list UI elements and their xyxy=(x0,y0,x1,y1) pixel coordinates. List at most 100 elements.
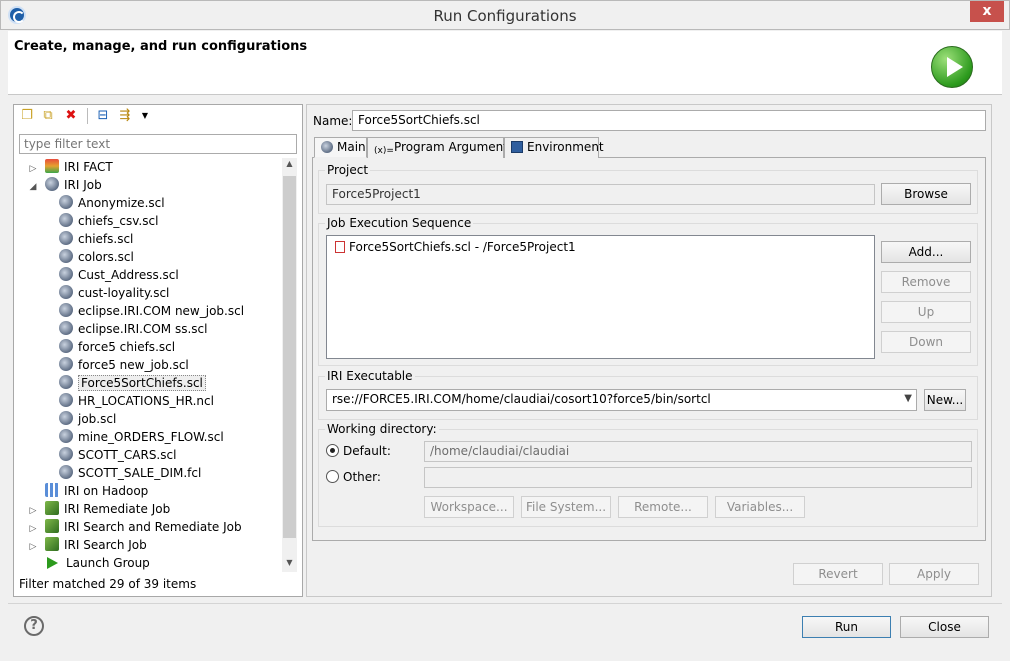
tree-item[interactable]: chiefs_csv.scl xyxy=(59,212,158,230)
tab-main[interactable]: Main xyxy=(314,137,367,158)
job-icon xyxy=(59,447,73,461)
tree-item-label: chiefs_csv.scl xyxy=(78,214,159,228)
tree-category[interactable]: ▷ IRI Remediate Job xyxy=(27,500,170,518)
remove-button[interactable]: Remove xyxy=(881,271,971,293)
close-button[interactable]: Close xyxy=(900,616,989,638)
tree-item[interactable]: force5 chiefs.scl xyxy=(59,338,175,356)
tree-item-label: mine_ORDERS_FLOW.scl xyxy=(78,430,224,444)
tree-category[interactable]: ▷ IRI Search Job xyxy=(27,536,147,554)
list-item[interactable]: Force5SortChiefs.scl - /Force5Project1 xyxy=(335,240,576,254)
tree-item-label: IRI Job xyxy=(64,178,102,192)
toolbar-separator xyxy=(87,108,88,124)
tree-item[interactable]: chiefs.scl xyxy=(59,230,133,248)
collapse-icon[interactable]: ◢ xyxy=(27,178,39,196)
new-executable-button[interactable]: New... xyxy=(924,389,966,411)
tree-item[interactable]: eclipse.IRI.COM new_job.scl xyxy=(59,302,244,320)
default-radio[interactable] xyxy=(326,444,339,457)
filter-status: Filter matched 29 of 39 items xyxy=(19,577,197,591)
tree-item[interactable]: Anonymize.scl xyxy=(59,194,165,212)
filter-icon[interactable]: ⇶ xyxy=(117,108,133,124)
tab-environment[interactable]: Environment xyxy=(504,137,604,158)
tree-category[interactable]: Launch Group xyxy=(27,554,150,572)
window-title: Run Configurations xyxy=(433,7,577,25)
tree-item-label: chiefs.scl xyxy=(78,232,134,246)
arguments-icon: (x)= xyxy=(374,146,394,156)
job-icon xyxy=(59,267,73,281)
add-button[interactable]: Add... xyxy=(881,241,971,263)
browse-button[interactable]: Browse xyxy=(881,183,971,205)
tree-item-label: eclipse.IRI.COM new_job.scl xyxy=(78,304,245,318)
tree-item-label: HR_LOCATIONS_HR.ncl xyxy=(78,394,214,408)
tree-item-label: job.scl xyxy=(78,412,117,426)
variables-button[interactable]: Variables... xyxy=(715,496,805,518)
scroll-down-icon[interactable]: ▼ xyxy=(283,558,296,567)
filter-input[interactable] xyxy=(19,134,297,154)
chevron-down-icon: ▼ xyxy=(904,393,912,404)
tree-item-label: SCOTT_SALE_DIM.fcl xyxy=(78,466,202,480)
job-icon xyxy=(45,177,59,191)
tree-item[interactable]: colors.scl xyxy=(59,248,134,266)
job-icon xyxy=(59,411,73,425)
tree-item-label: IRI FACT xyxy=(64,160,113,174)
other-radio[interactable] xyxy=(326,470,339,483)
down-button[interactable]: Down xyxy=(881,331,971,353)
tree-item[interactable]: cust-loyality.scl xyxy=(59,284,169,302)
other-radio-label[interactable]: Other: xyxy=(343,470,381,484)
remed-icon xyxy=(45,501,59,515)
tree-item-label: Force5SortChiefs.scl xyxy=(78,375,206,391)
project-field[interactable]: Force5Project1 xyxy=(326,184,875,205)
duplicate-icon[interactable]: ⧉ xyxy=(40,108,56,124)
executable-select[interactable]: rse://FORCE5.IRI.COM/home/claudiai/cosor… xyxy=(326,389,917,411)
up-button[interactable]: Up xyxy=(881,301,971,323)
tree-item[interactable]: Force5SortChiefs.scl xyxy=(59,374,206,392)
workspace-button[interactable]: Workspace... xyxy=(424,496,514,518)
help-icon[interactable]: ? xyxy=(24,616,44,636)
default-radio-label[interactable]: Default: xyxy=(343,444,391,458)
tree-item[interactable]: Cust_Address.scl xyxy=(59,266,179,284)
job-icon xyxy=(59,339,73,353)
tree-category[interactable]: IRI on Hadoop xyxy=(27,482,148,500)
close-window-button[interactable]: x xyxy=(970,1,1004,22)
workdir-label: Working directory: xyxy=(325,422,439,436)
tree-item[interactable]: job.scl xyxy=(59,410,116,428)
file-system-button[interactable]: File System... xyxy=(521,496,611,518)
fact-icon xyxy=(45,159,59,173)
remote-button[interactable]: Remote... xyxy=(618,496,708,518)
new-config-icon[interactable]: ❐ xyxy=(19,108,35,124)
tree-category[interactable]: ▷ IRI FACT xyxy=(27,158,113,176)
tree-item-label: IRI on Hadoop xyxy=(64,484,149,498)
apply-button[interactable]: Apply xyxy=(889,563,979,585)
tree-item[interactable]: SCOTT_CARS.scl xyxy=(59,446,176,464)
revert-button[interactable]: Revert xyxy=(793,563,883,585)
tree-item-label: cust-loyality.scl xyxy=(78,286,170,300)
tree-category[interactable]: ◢ IRI Job xyxy=(27,176,102,194)
tree-item-label: Cust_Address.scl xyxy=(78,268,179,282)
name-label: Name: xyxy=(313,114,353,128)
name-field[interactable]: Force5SortChiefs.scl xyxy=(352,110,986,131)
scroll-up-icon[interactable]: ▲ xyxy=(283,159,296,168)
scroll-thumb[interactable] xyxy=(283,176,296,538)
sequence-list[interactable]: Force5SortChiefs.scl - /Force5Project1 xyxy=(326,235,875,359)
main-tab-icon xyxy=(321,141,333,153)
dropdown-icon[interactable]: ▼ xyxy=(137,108,153,124)
job-icon xyxy=(59,393,73,407)
job-icon xyxy=(59,429,73,443)
tree-item[interactable]: eclipse.IRI.COM ss.scl xyxy=(59,320,207,338)
collapse-all-icon[interactable]: ⊟ xyxy=(95,108,111,124)
other-dir-field[interactable] xyxy=(424,467,972,488)
tree-item[interactable]: force5 new_job.scl xyxy=(59,356,189,374)
job-icon xyxy=(59,321,73,335)
delete-icon[interactable]: ✖ xyxy=(63,108,79,124)
tree-item[interactable]: mine_ORDERS_FLOW.scl xyxy=(59,428,224,446)
tree-item[interactable]: HR_LOCATIONS_HR.ncl xyxy=(59,392,214,410)
tree-item[interactable]: SCOTT_SALE_DIM.fcl xyxy=(59,464,201,482)
run-button[interactable]: Run xyxy=(802,616,891,638)
launch-icon xyxy=(47,557,58,569)
tree-category[interactable]: ▷ IRI Search and Remediate Job xyxy=(27,518,242,536)
file-icon xyxy=(335,241,345,253)
tree-item-label: IRI Search and Remediate Job xyxy=(64,520,242,534)
job-icon xyxy=(59,303,73,317)
tree-item-label: eclipse.IRI.COM ss.scl xyxy=(78,322,208,336)
config-tree: ▷ IRI FACT ◢ IRI Job Anonymize.scl chiefs_csv… xyxy=(19,158,281,572)
tab-program-arguments[interactable]: (x)=Program Arguments xyxy=(367,137,514,158)
